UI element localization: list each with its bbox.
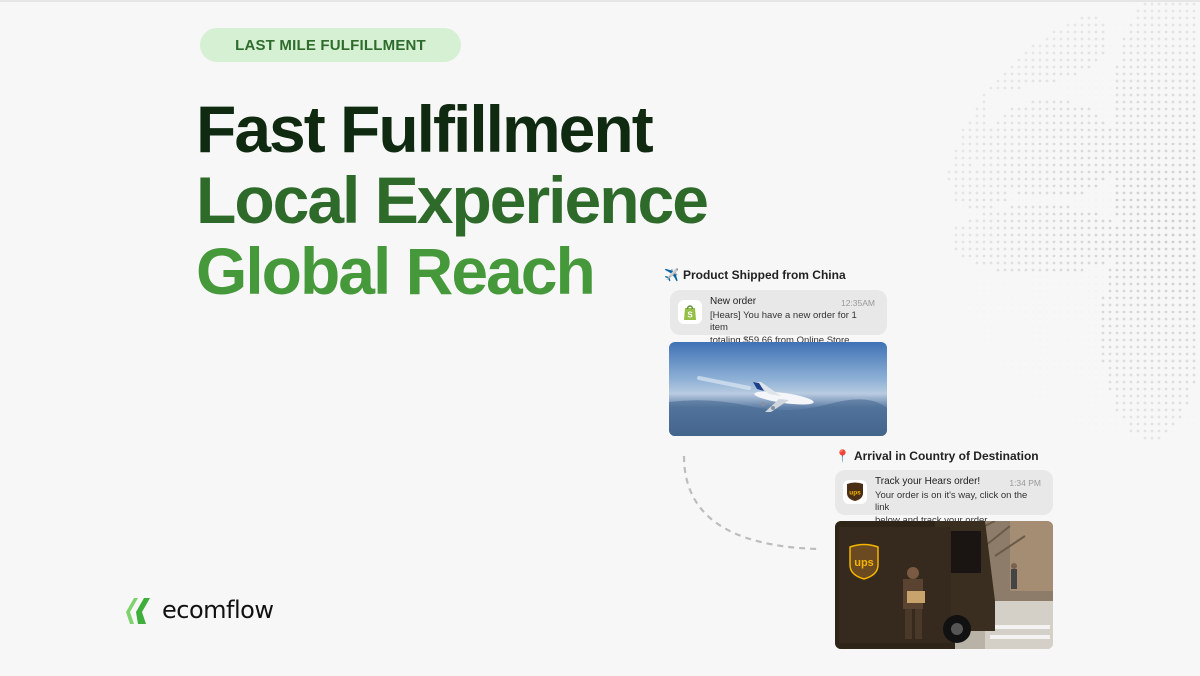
brand-logo[interactable]: ecomflow bbox=[124, 594, 274, 626]
ups-truck-photo: ups bbox=[835, 521, 1053, 649]
step-arrival-label: Arrival in Country of Destination bbox=[853, 449, 1039, 463]
ups-icon-text: ups bbox=[849, 490, 861, 497]
notification-body-1: [Hears] You have a new order for 1 item bbox=[710, 309, 857, 334]
ecomflow-logo-icon bbox=[126, 598, 150, 624]
shopify-icon: S bbox=[678, 300, 702, 324]
step-shipped-label: Product Shipped from China bbox=[682, 268, 846, 282]
ups-icon: ups bbox=[843, 480, 867, 504]
airplane-photo bbox=[669, 342, 887, 436]
headline-line-2: Local Experience bbox=[196, 163, 709, 237]
truck-ups-text: ups bbox=[854, 557, 874, 569]
airplane-icon: ✈️ bbox=[664, 268, 679, 282]
badge-label: LAST MILE FULFILLMENT bbox=[235, 36, 426, 54]
headline-line-3: Global Reach bbox=[196, 234, 596, 308]
tracking-notification[interactable]: ups Track your Hears order! 1:34 PM Your… bbox=[835, 470, 1053, 526]
headline: Fast Fulfillment Local Experience Global… bbox=[196, 92, 709, 308]
step-shipped-title: ✈️ Product Shipped from China bbox=[664, 268, 846, 282]
route-connector bbox=[682, 455, 819, 551]
brand-name: ecomflow bbox=[162, 596, 274, 624]
new-order-notification[interactable]: S New order 12:35AM [Hears] You have a n… bbox=[670, 290, 887, 346]
step-arrival-title: 📍 Arrival in Country of Destination bbox=[835, 449, 1039, 463]
notification-body-1: Your order is on it's way, click on the … bbox=[875, 489, 1028, 514]
notification-time: 12:35AM bbox=[840, 298, 875, 308]
category-badge: LAST MILE FULFILLMENT bbox=[200, 28, 461, 62]
location-pin-icon: 📍 bbox=[835, 449, 850, 463]
svg-text:S: S bbox=[687, 311, 693, 320]
notification-time: 1:34 PM bbox=[1009, 478, 1041, 488]
headline-line-1: Fast Fulfillment bbox=[196, 92, 654, 166]
globe-illustration bbox=[941, 2, 1196, 460]
